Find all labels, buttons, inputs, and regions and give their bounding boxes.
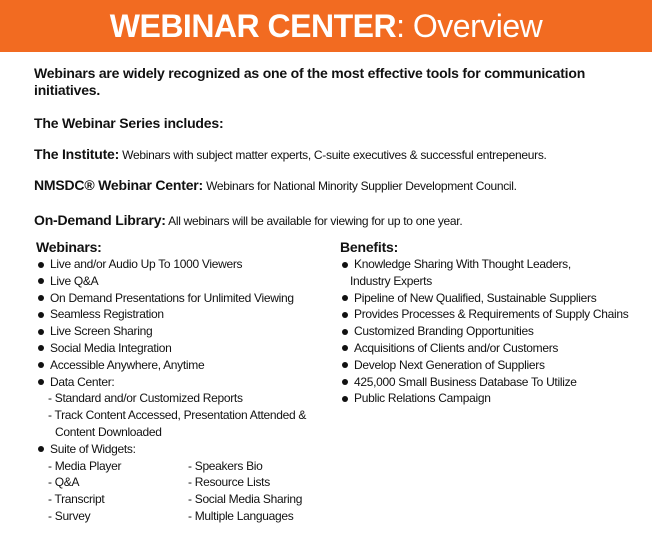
series-name: The Institute: — [34, 146, 120, 162]
list-item: Live and/or Audio Up To 1000 Viewers — [36, 256, 336, 273]
series-nmsdc: NMSDC® Webinar Center: Webinars for Nati… — [34, 177, 517, 193]
list-item: Provides Processes & Requirements of Sup… — [340, 306, 640, 323]
widget-item: Multiple Languages — [188, 508, 328, 525]
list-item: Suite of Widgets: — [36, 441, 336, 458]
benefits-heading: Benefits: — [340, 239, 399, 255]
list-item: Seamless Registration — [36, 306, 336, 323]
list-item: Knowledge Sharing With Thought Leaders, — [340, 256, 640, 273]
widget-item: Social Media Sharing — [188, 491, 328, 508]
benefits-column: Benefits: Knowledge Sharing With Thought… — [340, 238, 640, 407]
list-item: Live Screen Sharing — [36, 323, 336, 340]
list-item: Social Media Integration — [36, 340, 336, 357]
list-item: Customized Branding Opportunities — [340, 323, 640, 340]
sub-item: Track Content Accessed, Presentation Att… — [36, 407, 336, 424]
list-item-continued: Industry Experts — [350, 273, 432, 288]
widget-item: Survey — [48, 508, 188, 525]
widgets-list: Media Player Q&A Transcript Survey Speak… — [36, 458, 336, 525]
widgets-left: Media Player Q&A Transcript Survey — [48, 458, 188, 525]
banner: WEBINAR CENTER: Overview — [0, 0, 652, 52]
sub-item: Standard and/or Customized Reports — [36, 390, 336, 407]
widgets-right: Speakers Bio Resource Lists Social Media… — [188, 458, 328, 525]
series-heading: The Webinar Series includes: — [34, 115, 224, 131]
banner-title-rest: : Overview — [396, 8, 543, 44]
webinars-list: Live and/or Audio Up To 1000 Viewers Liv… — [36, 256, 336, 458]
widget-item: Resource Lists — [188, 474, 328, 491]
banner-title-bold: WEBINAR CENTER — [109, 8, 397, 44]
webinars-column: Webinars: Live and/or Audio Up To 1000 V… — [36, 238, 336, 525]
series-name: NMSDC® Webinar Center: — [34, 177, 204, 193]
series-institute: The Institute: Webinars with subject mat… — [34, 146, 547, 162]
series-desc: Webinars with subject matter experts, C-… — [122, 148, 547, 162]
list-item: Pipeline of New Qualified, Sustainable S… — [340, 290, 640, 307]
list-item: Develop Next Generation of Suppliers — [340, 357, 640, 374]
list-item: Accessible Anywhere, Anytime — [36, 357, 336, 374]
series-name: On-Demand Library: — [34, 212, 166, 228]
sub-item-continued: Content Downloaded — [55, 424, 162, 439]
series-desc: Webinars for National Minority Supplier … — [206, 179, 517, 193]
list-item: On Demand Presentations for Unlimited Vi… — [36, 290, 336, 307]
widget-item: Q&A — [48, 474, 188, 491]
list-item: Acquisitions of Clients and/or Customers — [340, 340, 640, 357]
widget-item: Speakers Bio — [188, 458, 328, 475]
benefits-list: Knowledge Sharing With Thought Leaders, … — [340, 256, 640, 407]
list-item: Live Q&A — [36, 273, 336, 290]
widget-item: Transcript — [48, 491, 188, 508]
list-item: Data Center: — [36, 374, 336, 391]
intro-text: Webinars are widely recognized as one of… — [34, 65, 586, 98]
webinars-heading: Webinars: — [36, 239, 102, 255]
series-on-demand: On-Demand Library: All webinars will be … — [34, 212, 463, 228]
list-item: 425,000 Small Business Database To Utili… — [340, 374, 640, 391]
series-desc: All webinars will be available for viewi… — [168, 214, 463, 228]
widget-item: Media Player — [48, 458, 188, 475]
list-item: Public Relations Campaign — [340, 390, 640, 407]
